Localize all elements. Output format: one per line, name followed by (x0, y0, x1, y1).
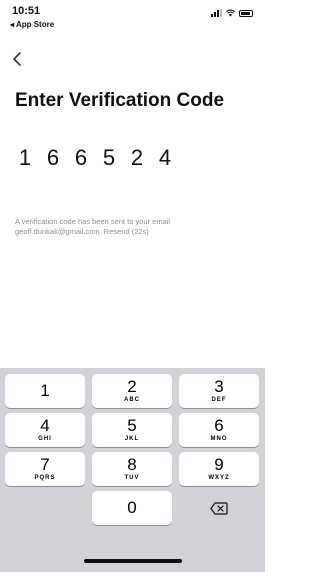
back-to-app-store-link[interactable]: ◂ App Store (10, 20, 54, 29)
key-1[interactable]: 1 (5, 374, 85, 408)
key-number: 9 (214, 455, 224, 474)
code-digit: 2 (130, 145, 144, 170)
key-6[interactable]: 6 MNO (179, 413, 259, 447)
key-2[interactable]: 2 ABC (92, 374, 172, 408)
key-number: 0 (127, 498, 137, 517)
home-indicator[interactable] (84, 559, 182, 563)
status-icons (211, 9, 253, 17)
key-number: 1 (40, 381, 50, 400)
delete-key[interactable] (179, 491, 259, 525)
code-digit: 4 (158, 145, 172, 170)
code-digit: 6 (46, 145, 60, 170)
resend-button[interactable]: Resend (22s) (104, 227, 149, 236)
key-letters: ABC (124, 397, 140, 403)
key-letters: TUV (124, 475, 140, 481)
key-letters: JKL (124, 436, 140, 442)
key-number: 3 (214, 377, 224, 396)
key-5[interactable]: 5 JKL (92, 413, 172, 447)
key-number: 2 (127, 377, 137, 396)
key-letters: PQRS (34, 475, 56, 481)
key-number: 8 (127, 455, 137, 474)
key-7[interactable]: 7 PQRS (5, 452, 85, 486)
key-number: 6 (214, 416, 224, 435)
code-digit: 1 (18, 145, 32, 170)
verification-info: A verification code has been sent to you… (15, 217, 255, 237)
wifi-icon (226, 9, 235, 17)
info-message: A verification code has been sent to you… (15, 217, 171, 226)
signal-icon (211, 9, 222, 17)
status-bar: 10:51 ◂ App Store (0, 0, 265, 44)
key-letters: GHI (38, 436, 52, 442)
key-8[interactable]: 8 TUV (92, 452, 172, 486)
key-letters: DEF (211, 397, 227, 403)
key-0[interactable]: 0 (92, 491, 172, 525)
status-time: 10:51 (12, 5, 41, 17)
email-address: geoff.dunkak@gmail.com (15, 227, 100, 236)
page-title: Enter Verification Code (15, 90, 225, 111)
key-letters: WXYZ (208, 475, 230, 481)
key-3[interactable]: 3 DEF (179, 374, 259, 408)
code-digit: 5 (102, 145, 116, 170)
backspace-icon (210, 501, 228, 515)
key-4[interactable]: 4 GHI (5, 413, 85, 447)
verification-code-input[interactable]: 1 6 6 5 2 4 (15, 145, 175, 171)
chevron-left-icon[interactable] (10, 50, 26, 68)
key-9[interactable]: 9 WXYZ (179, 452, 259, 486)
key-number: 5 (127, 416, 137, 435)
code-digit: 6 (74, 145, 88, 170)
key-letters: MNO (210, 436, 228, 442)
numeric-keypad: 1 2 ABC 3 DEF 4 GHI 5 JKL 6 MNO 7 PQRS 8… (0, 368, 265, 572)
key-number: 7 (40, 455, 50, 474)
battery-icon (239, 9, 253, 17)
key-number: 4 (40, 416, 50, 435)
